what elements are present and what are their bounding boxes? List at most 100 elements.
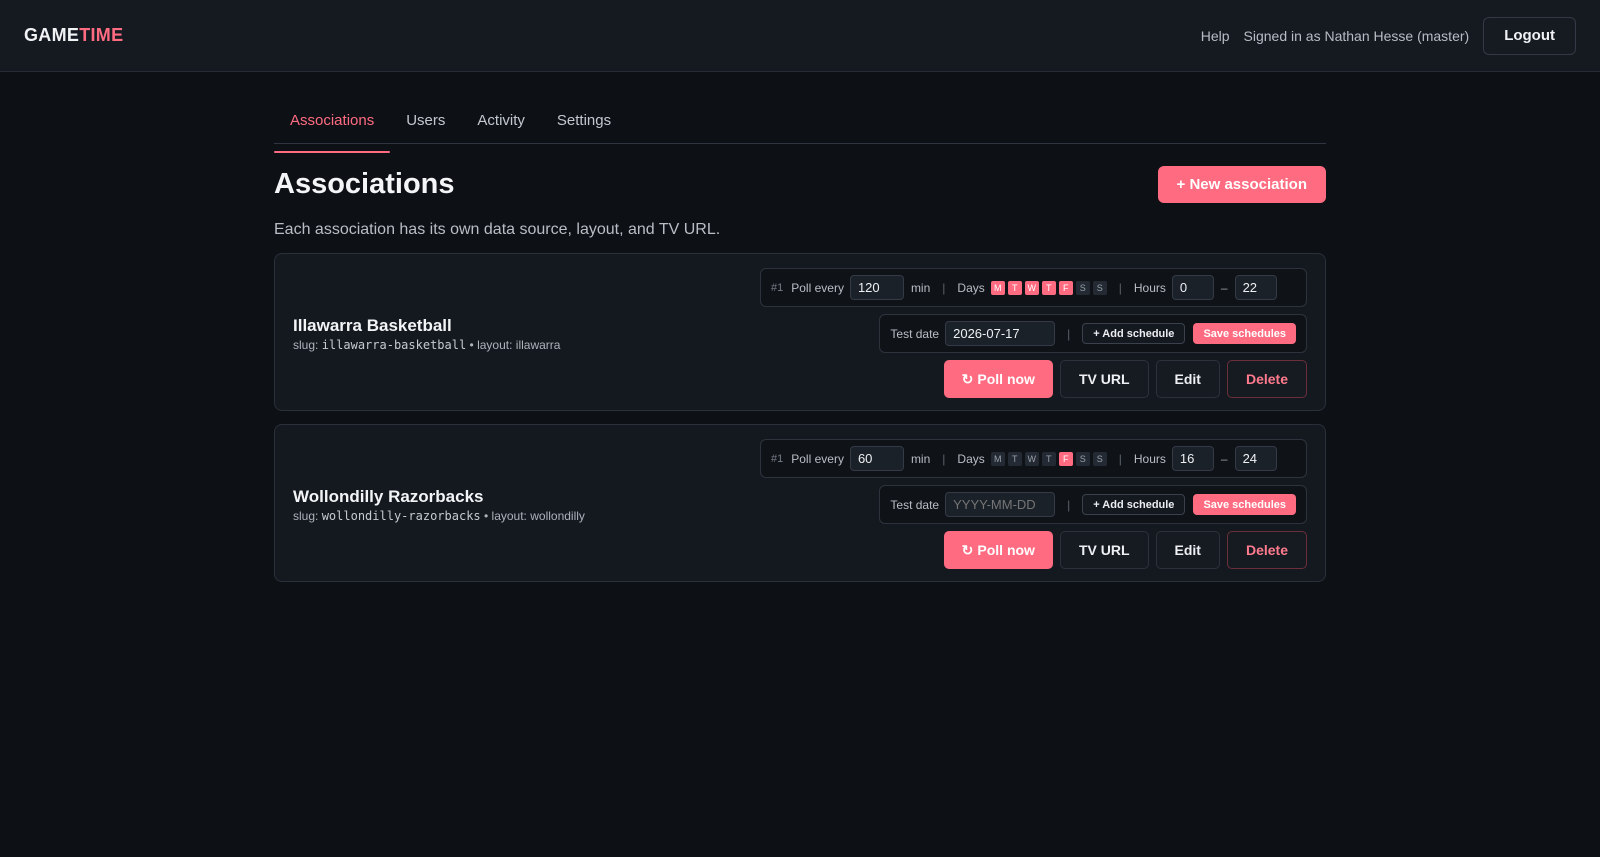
logo-text-game: GAME [24,25,80,45]
separator: | [1118,451,1122,466]
account-area: Help Signed in as Nathan Hesse (master) … [1201,16,1576,55]
day-toggle-thu[interactable]: T [1041,451,1056,466]
test-date-row: Test date | + Add schedule Save schedule… [879,485,1307,524]
association-controls: #1 Poll every min | Days M T W T F S S |… [760,268,1307,398]
day-toggles: M T W T F S S [990,280,1107,295]
tab-settings[interactable]: Settings [541,108,627,143]
layout-prefix: • layout: [469,338,513,352]
new-association-button[interactable]: + New association [1157,166,1326,203]
association-meta: slug: illawarra-basketball • layout: ill… [293,338,560,352]
main-content: Associations Users Activity Settings Ass… [274,72,1326,582]
tab-users[interactable]: Users [390,108,461,143]
day-toggle-wed[interactable]: W [1024,451,1039,466]
poll-every-label: Poll every [791,451,844,466]
separator: | [1067,497,1071,512]
page-header: Associations + New association [274,166,1326,203]
range-dash: – [1220,451,1228,466]
association-layout: wollondilly [530,509,585,523]
help-link[interactable]: Help [1201,28,1230,44]
page-subtitle: Each association has its own data source… [274,221,721,238]
signed-in-label: Signed in as Nathan Hesse (master) [1243,27,1470,44]
day-toggle-thu[interactable]: T [1041,280,1056,295]
association-slug: wollondilly-razorbacks [321,509,481,523]
delete-button[interactable]: Delete [1226,360,1307,398]
poll-interval-input[interactable] [849,275,904,300]
test-date-label: Test date [890,497,940,512]
slug-prefix: slug: [293,338,319,352]
association-name: Wollondilly Razorbacks [293,487,484,506]
day-toggles: M T W T F S S [990,451,1107,466]
day-toggle-sun[interactable]: S [1092,451,1107,466]
day-toggle-mon[interactable]: M [990,451,1005,466]
save-schedules-button[interactable]: Save schedules [1193,494,1296,515]
refresh-icon: ↻ [961,370,974,387]
save-schedules-button[interactable]: Save schedules [1193,323,1296,344]
page-title: Associations [274,168,455,200]
association-name: Illawarra Basketball [293,316,452,335]
tab-activity[interactable]: Activity [461,108,541,143]
add-schedule-button[interactable]: + Add schedule [1082,323,1186,344]
poll-now-label: Poll now [977,371,1035,387]
poll-every-label: Poll every [791,280,844,295]
hours-to-input[interactable] [1234,275,1277,300]
association-card: Wollondilly Razorbacks slug: wollondilly… [274,424,1326,582]
schedule-number: #1 [771,281,784,294]
association-layout: illawarra [515,338,561,352]
edit-button[interactable]: Edit [1155,531,1220,569]
tab-bar: Associations Users Activity Settings [274,108,1326,153]
day-toggle-fri[interactable]: F [1058,451,1073,466]
min-label: min [910,451,931,466]
schedule-row: #1 Poll every min | Days M T W T F S S |… [760,439,1307,478]
tv-url-button[interactable]: TV URL [1059,531,1149,569]
refresh-icon: ↻ [961,541,974,558]
separator: | [1067,326,1071,341]
top-bar: GAMETIME Help Signed in as Nathan Hesse … [0,0,1600,72]
test-date-input[interactable] [945,321,1056,346]
day-toggle-sat[interactable]: S [1075,451,1090,466]
app-logo[interactable]: GAMETIME [24,25,123,46]
test-date-row: Test date | + Add schedule Save schedule… [879,314,1307,353]
days-label: Days [957,451,985,466]
delete-button[interactable]: Delete [1226,531,1307,569]
test-date-label: Test date [890,326,940,341]
slug-prefix: slug: [293,509,319,523]
association-card: Illawarra Basketball slug: illawarra-bas… [274,253,1326,411]
poll-now-button[interactable]: ↻ Poll now [943,360,1053,398]
hours-to-input[interactable] [1234,446,1277,471]
separator: | [942,280,946,295]
logout-button[interactable]: Logout [1483,16,1576,55]
test-date-input[interactable] [945,492,1056,517]
day-toggle-sun[interactable]: S [1092,280,1107,295]
tab-associations[interactable]: Associations [274,108,391,153]
poll-interval-input[interactable] [849,446,904,471]
day-toggle-sat[interactable]: S [1075,280,1090,295]
association-info: Wollondilly Razorbacks slug: wollondilly… [293,487,585,523]
day-toggle-fri[interactable]: F [1058,280,1073,295]
logo-text-time: TIME [79,25,124,45]
day-toggle-mon[interactable]: M [990,280,1005,295]
separator: | [1118,280,1122,295]
hours-from-input[interactable] [1171,275,1214,300]
day-toggle-tue[interactable]: T [1007,451,1022,466]
min-label: min [910,280,931,295]
hours-from-input[interactable] [1171,446,1214,471]
poll-now-button[interactable]: ↻ Poll now [943,531,1053,569]
hours-label: Hours [1133,451,1166,466]
association-controls: #1 Poll every min | Days M T W T F S S |… [760,439,1307,569]
layout-prefix: • layout: [484,509,527,523]
hours-label: Hours [1133,280,1166,295]
edit-button[interactable]: Edit [1155,360,1220,398]
day-toggle-wed[interactable]: W [1024,280,1039,295]
add-schedule-button[interactable]: + Add schedule [1082,494,1186,515]
tv-url-button[interactable]: TV URL [1059,360,1149,398]
association-info: Illawarra Basketball slug: illawarra-bas… [293,316,560,352]
schedule-row: #1 Poll every min | Days M T W T F S S |… [760,268,1307,307]
association-meta: slug: wollondilly-razorbacks • layout: w… [293,509,585,523]
card-actions: ↻ Poll now TV URL Edit Delete [943,360,1307,398]
range-dash: – [1220,280,1228,295]
days-label: Days [957,280,985,295]
day-toggle-tue[interactable]: T [1007,280,1022,295]
association-slug: illawarra-basketball [321,338,467,352]
poll-now-label: Poll now [977,542,1035,558]
schedule-number: #1 [771,452,784,465]
